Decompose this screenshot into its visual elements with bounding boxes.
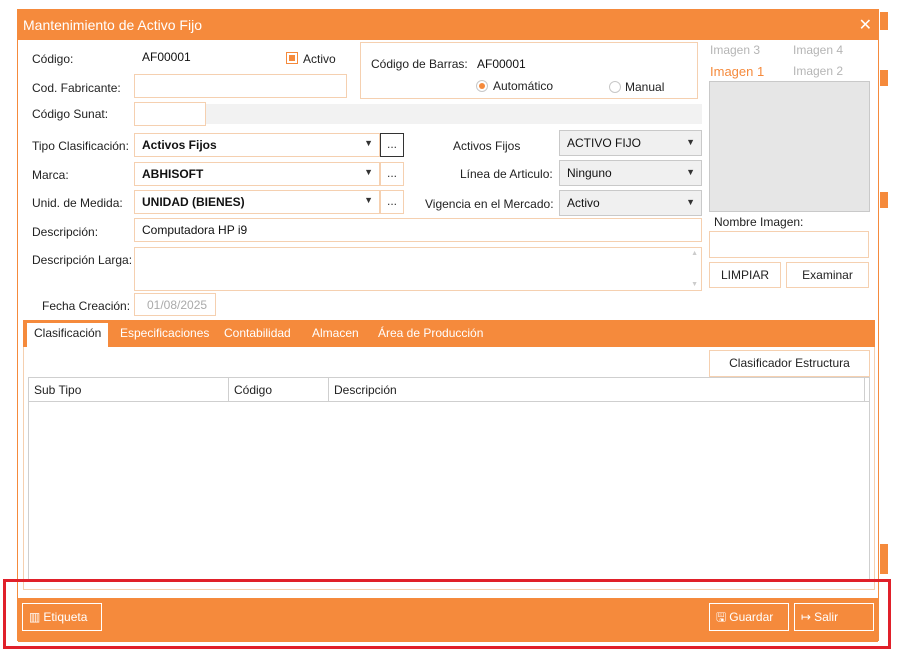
- save-icon: 🖫: [716, 610, 727, 624]
- salir-label: Salir: [814, 610, 839, 624]
- descripcion-larga-textarea[interactable]: ▲ ▼: [134, 247, 702, 291]
- column-codigo[interactable]: Código: [229, 378, 329, 402]
- nombre-imagen-label: Nombre Imagen:: [714, 215, 804, 229]
- background-window-strip: [880, 544, 888, 574]
- etiqueta-button[interactable]: ▥ Etiqueta: [22, 603, 102, 631]
- fecha-creacion-label: Fecha Creación:: [42, 299, 131, 313]
- background-window-strip: [880, 192, 888, 208]
- automatico-radio[interactable]: [476, 80, 488, 92]
- tab-contabilidad[interactable]: Contabilidad: [224, 326, 291, 340]
- footer-bar: ▥ Etiqueta 🖫 Guardar ↦ Salir: [18, 598, 878, 642]
- column-sub-tipo[interactable]: Sub Tipo: [29, 378, 229, 402]
- linea-articulo-label: Línea de Articulo:: [460, 167, 553, 181]
- background-window-strip: [880, 70, 888, 86]
- etiqueta-label: Etiqueta: [43, 610, 88, 624]
- descripcion-input[interactable]: Computadora HP i9: [134, 218, 702, 242]
- imagen-4-tab[interactable]: Imagen 4: [793, 43, 843, 57]
- guardar-button[interactable]: 🖫 Guardar: [709, 603, 789, 631]
- imagen-2-tab[interactable]: Imagen 2: [793, 64, 843, 78]
- limpiar-button[interactable]: LIMPIAR: [709, 262, 781, 288]
- guardar-label: Guardar: [729, 610, 774, 624]
- barcode-value: AF00001: [477, 57, 526, 71]
- descripcion-label: Descripción:: [32, 225, 99, 239]
- chevron-down-icon: ▼: [686, 197, 695, 207]
- cod-fabricante-label: Cod. Fabricante:: [32, 81, 121, 95]
- descripcion-larga-label: Descripción Larga:: [32, 253, 133, 267]
- scroll-down-icon[interactable]: ▼: [691, 281, 698, 288]
- tab-area-produccion[interactable]: Área de Producción: [378, 326, 483, 340]
- tipo-clasificacion-label: Tipo Clasificación:: [32, 139, 129, 153]
- examinar-button[interactable]: Examinar: [786, 262, 869, 288]
- grid-header: Sub Tipo Código Descripción: [29, 378, 869, 402]
- clasificacion-grid: Sub Tipo Código Descripción: [28, 377, 870, 581]
- clasificador-estructura-button[interactable]: Clasificador Estructura: [709, 350, 870, 377]
- codigo-sunat-label: Código Sunat:: [32, 107, 109, 121]
- chevron-down-icon: ▼: [686, 167, 695, 177]
- chevron-down-icon: ▼: [364, 138, 373, 148]
- background-window-strip: [880, 12, 888, 30]
- activos-fijos-select[interactable]: ACTIVO FIJO ▼: [559, 130, 702, 156]
- barcode-icon: ▥: [29, 610, 41, 624]
- imagen-1-tab[interactable]: Imagen 1: [710, 64, 764, 79]
- marca-browse-button[interactable]: ...: [380, 162, 404, 186]
- tipo-clasificacion-select[interactable]: Activos Fijos ▼: [134, 133, 380, 157]
- marca-label: Marca:: [32, 168, 69, 182]
- window-title: Mantenimiento de Activo Fijo: [23, 17, 202, 33]
- column-descripcion[interactable]: Descripción: [329, 378, 865, 402]
- manual-label: Manual: [625, 80, 665, 94]
- scroll-up-icon[interactable]: ▲: [691, 250, 698, 257]
- detail-tabs: Clasificación Especificaciones Contabili…: [23, 320, 875, 347]
- activo-fijo-dialog: Mantenimiento de Activo Fijo ✕ Código: A…: [17, 9, 879, 642]
- image-preview: [709, 81, 870, 212]
- nombre-imagen-input[interactable]: [709, 231, 869, 258]
- unidad-medida-label: Unid. de Medida:: [32, 196, 123, 210]
- close-icon[interactable]: ✕: [859, 15, 872, 35]
- imagen-3-tab[interactable]: Imagen 3: [710, 43, 760, 57]
- clasificacion-panel: Clasificador Estructura Sub Tipo Código …: [23, 347, 875, 590]
- automatico-label: Automático: [493, 79, 554, 93]
- tab-especificaciones[interactable]: Especificaciones: [120, 326, 209, 340]
- vigencia-mercado-select[interactable]: Activo ▼: [559, 190, 702, 216]
- codigo-label: Código:: [32, 52, 74, 66]
- activo-checkbox[interactable]: [286, 52, 298, 64]
- chevron-down-icon: ▼: [686, 137, 695, 147]
- manual-radio[interactable]: [609, 81, 621, 93]
- unidad-medida-browse-button[interactable]: ...: [380, 190, 404, 214]
- barcode-label: Código de Barras:: [371, 57, 468, 71]
- exit-icon: ↦: [801, 610, 812, 624]
- tab-clasificacion[interactable]: Clasificación: [27, 323, 109, 347]
- unidad-medida-select[interactable]: UNIDAD (BIENES) ▼: [134, 190, 380, 214]
- codigo-sunat-input[interactable]: [134, 102, 206, 126]
- activo-label: Activo: [303, 52, 336, 66]
- salir-button[interactable]: ↦ Salir: [794, 603, 874, 631]
- chevron-down-icon: ▼: [364, 167, 373, 177]
- sunat-filler: [206, 104, 702, 124]
- codigo-value: AF00001: [142, 50, 191, 64]
- cod-fabricante-input[interactable]: [134, 74, 347, 98]
- activos-fijos-label: Activos Fijos: [453, 139, 521, 153]
- chevron-down-icon: ▼: [364, 195, 373, 205]
- linea-articulo-select[interactable]: Ninguno ▼: [559, 160, 702, 186]
- barcode-group: Código de Barras: AF00001 Automático Man…: [360, 42, 698, 99]
- title-bar: Mantenimiento de Activo Fijo ✕: [18, 10, 878, 40]
- tab-almacen[interactable]: Almacen: [312, 326, 359, 340]
- marca-select[interactable]: ABHISOFT ▼: [134, 162, 380, 186]
- tipo-clasificacion-browse-button[interactable]: ...: [380, 133, 404, 157]
- vigencia-mercado-label: Vigencia en el Mercado:: [425, 197, 554, 211]
- fecha-creacion-input: 01/08/2025: [134, 293, 216, 316]
